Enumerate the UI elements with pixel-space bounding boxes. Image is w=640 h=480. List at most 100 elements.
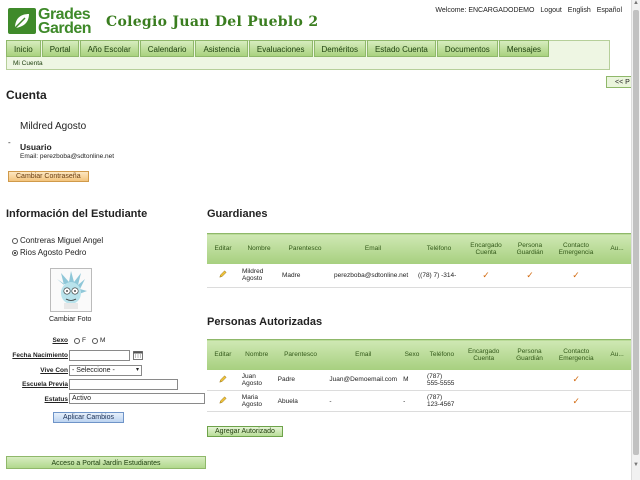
col-editar: Editar <box>207 339 239 370</box>
account-email: Email: perezboba@sdtonline.net <box>20 153 115 160</box>
lives-label: Vive Con <box>40 367 68 374</box>
authorized-phone: (787) 555-5555 <box>423 369 460 391</box>
col-encargado: Encargado Cuenta <box>463 233 509 264</box>
col-nombre: Nombre <box>238 339 275 370</box>
check-icon: ✓ <box>551 369 602 391</box>
nav-ano-escolar[interactable]: Año Escolar <box>79 40 139 57</box>
student-option-contreras[interactable]: Contreras Miguel Angel <box>12 236 103 245</box>
col-autorizado: Au... <box>601 339 633 370</box>
table-row: Mildred Agosto Madre perezboba@sdtonline… <box>207 263 633 288</box>
empty-cell <box>507 369 552 391</box>
sexo-f-label: F <box>82 337 86 344</box>
pencil-icon[interactable] <box>219 270 227 278</box>
edit-cell[interactable] <box>207 369 239 391</box>
guardians-header-row: Editar Nombre Parentesco Email Teléfono … <box>207 233 633 264</box>
col-parentesco: Parentesco <box>274 339 327 370</box>
change-password-button[interactable]: Cambiar Contraseña <box>8 171 89 182</box>
authorized-email: Juan@Demoemail.com <box>326 369 401 391</box>
change-photo-link[interactable]: Cambiar Foto <box>49 316 91 323</box>
welcome-text: Welcome: ENCARGADODEMO <box>435 7 535 14</box>
calendar-icon[interactable] <box>133 350 143 360</box>
lives-with-value: - Seleccione - <box>72 367 115 374</box>
col-guardian: Persona Guardián <box>509 233 551 264</box>
guardians-table: Editar Nombre Parentesco Email Teléfono … <box>207 233 633 288</box>
authorized-phone: (787) 123-4567 <box>423 390 460 412</box>
student-title: Información del Estudiante <box>6 208 148 220</box>
nav-estado-cuenta[interactable]: Estado Cuenta <box>366 40 436 57</box>
status-input[interactable]: Activo <box>69 393 205 404</box>
pencil-icon[interactable] <box>219 396 227 404</box>
edit-cell[interactable] <box>207 390 239 412</box>
student-option-label: Contreras Miguel Angel <box>20 236 104 245</box>
nav-asistencia[interactable]: Asistencia <box>195 40 248 57</box>
prev-school-input[interactable] <box>69 379 178 390</box>
authorized-table: Editar Nombre Parentesco Email Sexo Telé… <box>207 339 633 412</box>
col-telefono: Teléfono <box>415 233 463 264</box>
account-role: Usuario <box>20 142 52 152</box>
avatar-icon <box>57 271 87 309</box>
nav-demeritos[interactable]: Deméritos <box>313 40 366 57</box>
guardian-email: perezboba@sdtonline.net <box>331 263 415 288</box>
col-editar: Editar <box>207 233 239 264</box>
logo-text-garden: Garden <box>38 20 92 37</box>
empty-cell <box>459 390 508 412</box>
authorized-header-row: Editar Nombre Parentesco Email Sexo Telé… <box>207 339 633 370</box>
nav-inicio[interactable]: Inicio <box>6 40 41 57</box>
radio-icon[interactable] <box>74 337 80 344</box>
prev-school-label: Escuela Previa <box>22 381 68 388</box>
radio-selected-icon[interactable] <box>12 249 18 256</box>
empty-cell <box>601 263 633 288</box>
check-icon: ✓ <box>551 390 602 412</box>
sexo-f-option[interactable]: F <box>74 337 86 344</box>
guardian-relation: Madre <box>279 263 331 288</box>
empty-cell <box>507 390 552 412</box>
authorized-title: Personas Autorizadas <box>207 316 323 328</box>
nav-mensajes[interactable]: Mensajes <box>498 40 550 57</box>
authorized-email: - <box>326 390 401 412</box>
edit-cell[interactable] <box>207 263 239 288</box>
nav-portal[interactable]: Portal <box>41 40 79 57</box>
lives-with-select[interactable]: - Seleccione - ▾ <box>69 365 142 376</box>
add-authorized-button[interactable]: Agregar Autorizado <box>207 426 283 437</box>
radio-icon[interactable] <box>92 337 98 344</box>
table-row: Juan Agosto Padre Juan@Demoemail.com M (… <box>207 369 633 391</box>
guardian-phone: ((78) 7) -314- <box>415 263 463 288</box>
col-sexo: Sexo <box>400 339 424 370</box>
col-emergencia: Contacto Emergencia <box>551 339 602 370</box>
table-row: Maria Agosto Abuela - - (787) 123-4567 ✓ <box>207 390 633 412</box>
english-link[interactable]: English <box>568 7 591 14</box>
student-option-rios[interactable]: Rios Agosto Pedro <box>12 248 86 257</box>
spanish-link[interactable]: Español <box>597 7 622 14</box>
birth-date-input[interactable] <box>69 350 130 361</box>
scrollbar-thumb[interactable] <box>633 10 639 455</box>
nav-evaluaciones[interactable]: Evaluaciones <box>248 40 313 57</box>
status-label: Estatus <box>44 396 68 403</box>
scroll-up-icon[interactable]: ▲ <box>633 0 639 6</box>
student-portal-access[interactable]: Acceso a Portal Jardín Estudiantes <box>6 456 206 469</box>
radio-icon[interactable] <box>12 237 18 244</box>
authorized-sex: M <box>400 369 424 391</box>
authorized-name: Maria Agosto <box>238 390 275 412</box>
school-name: Colegio Juan Del Pueblo 2 <box>106 14 319 30</box>
col-guardian: Persona Guardián <box>507 339 552 370</box>
empty-cell <box>459 369 508 391</box>
authorized-relation: Padre <box>274 369 327 391</box>
scroll-down-icon[interactable]: ▼ <box>633 462 639 468</box>
logout-link[interactable]: Logout <box>540 7 561 14</box>
apply-changes-button[interactable]: Aplicar Cambios <box>53 412 124 423</box>
check-icon: ✓ <box>509 263 551 288</box>
check-icon: ✓ <box>551 263 601 288</box>
col-email: Email <box>326 339 401 370</box>
subnav-mi-cuenta[interactable]: Mi Cuenta <box>13 60 43 67</box>
guardians-title: Guardianes <box>207 208 268 220</box>
nav-documentos[interactable]: Documentos <box>436 40 498 57</box>
nav-calendario[interactable]: Calendario <box>139 40 195 57</box>
col-telefono: Teléfono <box>423 339 460 370</box>
student-photo <box>50 268 92 312</box>
pencil-icon[interactable] <box>219 375 227 383</box>
check-icon: ✓ <box>463 263 509 288</box>
sexo-m-option[interactable]: M <box>92 337 105 344</box>
empty-cell <box>601 369 633 391</box>
top-links: Welcome: ENCARGADODEMO Logout English Es… <box>431 7 622 14</box>
account-dash: - <box>8 138 11 147</box>
